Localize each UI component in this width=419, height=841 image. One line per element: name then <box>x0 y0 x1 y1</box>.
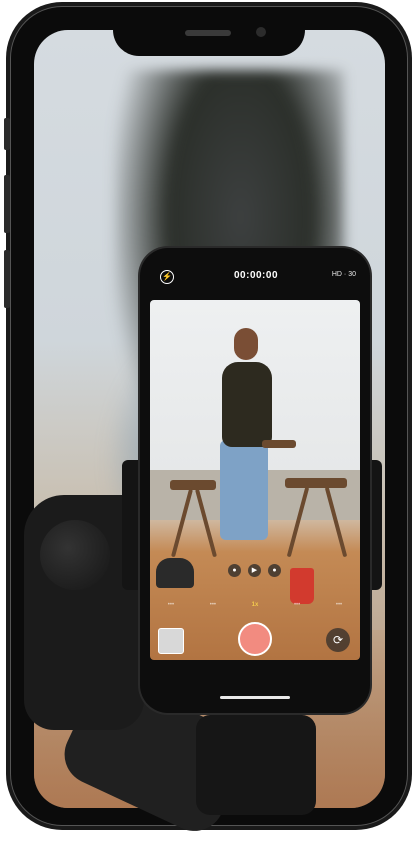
rotate-camera-icon[interactable]: ⟳ <box>326 628 350 652</box>
camera-viewfinder[interactable]: ● ▶ ● ••• ••• 1x ••• ••• ⟳ <box>150 300 360 660</box>
recording-timer: 00:00:00 <box>233 270 279 281</box>
person-torso <box>222 362 272 447</box>
side-button-middle <box>4 175 10 233</box>
speaker <box>185 30 231 36</box>
home-indicator <box>220 696 290 699</box>
speed-option-active[interactable]: 1x <box>252 602 259 608</box>
mode-toggles: ● ▶ ● <box>228 564 284 578</box>
front-camera <box>256 27 266 37</box>
gimbal-knob <box>40 520 110 590</box>
side-button-bottom <box>4 250 10 308</box>
lock-icon[interactable]: ● <box>268 564 281 577</box>
stool-right <box>285 478 347 488</box>
side-button-top <box>4 118 10 150</box>
person-head <box>234 328 258 360</box>
inner-phone: ⚡ 00:00:00 HD · 30 ● ▶ ● ••• ••• 1x ••• … <box>140 248 370 713</box>
speed-option[interactable]: ••• <box>336 602 342 608</box>
device-notch <box>113 18 305 56</box>
record-button[interactable] <box>238 622 272 656</box>
gimbal-base <box>196 715 316 815</box>
stool-back <box>262 440 296 448</box>
gallery-thumbnail[interactable] <box>158 628 184 654</box>
play-icon[interactable]: ▶ <box>248 564 261 577</box>
speed-option[interactable]: ••• <box>294 602 300 608</box>
person-legs <box>220 440 268 540</box>
video-quality[interactable]: HD · 30 <box>332 271 356 278</box>
speed-option[interactable]: ••• <box>168 602 174 608</box>
camera-top-bar: ⚡ 00:00:00 HD · 30 <box>148 262 362 292</box>
lock-icon[interactable]: ● <box>228 564 241 577</box>
lamp <box>156 558 194 588</box>
flash-off-icon[interactable]: ⚡ <box>160 270 174 284</box>
stool-left <box>170 480 216 490</box>
camera-bottom-controls: ⟳ <box>150 620 360 660</box>
speed-option[interactable]: ••• <box>210 602 216 608</box>
speed-selector: ••• ••• 1x ••• ••• <box>150 598 360 612</box>
